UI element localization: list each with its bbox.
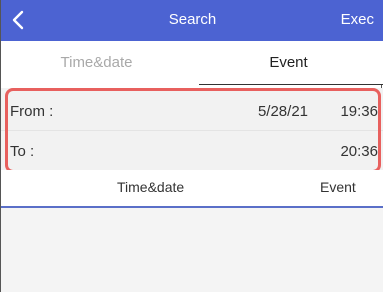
exec-button[interactable]: Exec <box>341 11 374 28</box>
page-title: Search <box>168 11 217 28</box>
top-app-bar: Search Exec <box>1 0 383 41</box>
results-list[interactable] <box>1 208 383 292</box>
column-header-time-date: Time&date <box>117 179 185 195</box>
date-range-panel: From : 5/28/21 19:36 To : 20:36 <box>1 88 383 170</box>
from-row[interactable]: From : 5/28/21 19:36 <box>1 95 383 129</box>
column-header-event: Event <box>320 179 356 195</box>
tab-event[interactable]: Event <box>193 41 383 85</box>
row-divider <box>1 130 383 131</box>
to-row[interactable]: To : 20:36 <box>1 135 383 169</box>
from-label: From : <box>10 103 54 120</box>
from-time-value[interactable]: 19:36 <box>340 95 378 129</box>
to-label: To : <box>10 143 35 160</box>
app-frame: Search Exec Time&date Event From : 5/28/… <box>0 0 383 292</box>
tab-time-date[interactable]: Time&date <box>1 41 192 85</box>
results-table-header: Time&date Event <box>1 170 383 208</box>
from-date-value[interactable]: 5/28/21 <box>258 95 308 129</box>
to-time-value[interactable]: 20:36 <box>340 135 378 169</box>
tab-bar: Time&date Event <box>1 41 383 85</box>
